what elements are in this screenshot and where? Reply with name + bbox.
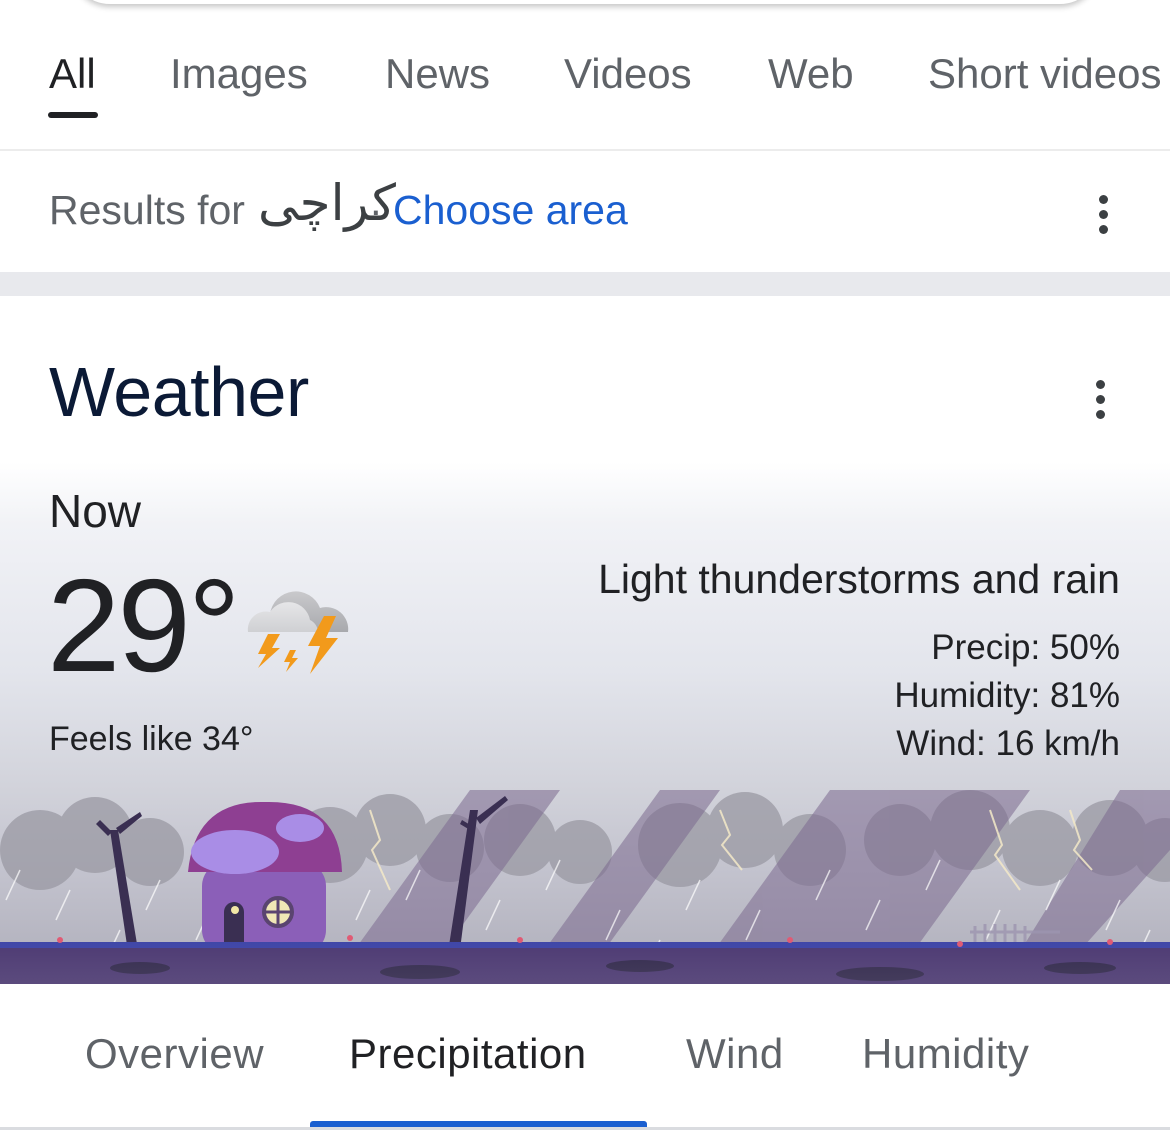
results-for-label: Results for [49, 187, 245, 233]
weather-heading: Weather [49, 353, 309, 431]
tab-images[interactable]: Images [170, 48, 308, 100]
active-tab-indicator [48, 112, 98, 118]
choose-area-link[interactable]: Choose area [393, 186, 628, 234]
now-label: Now [49, 485, 142, 537]
tab-wind[interactable]: Wind [686, 1028, 784, 1080]
location-more-options-icon[interactable] [1098, 195, 1110, 240]
feels-like: Feels like 34° [49, 720, 254, 758]
section-separator [0, 272, 1170, 296]
thunderstorm-cloud-icon [240, 570, 352, 680]
tab-precipitation[interactable]: Precipitation [349, 1028, 587, 1080]
tab-short-videos[interactable]: Short videos [928, 48, 1161, 100]
search-tabs: All Images News Videos Web Short videos [0, 0, 1170, 150]
tab-humidity[interactable]: Humidity [862, 1028, 1029, 1080]
separator-dot: · [369, 187, 383, 233]
tab-news[interactable]: News [385, 48, 490, 100]
tabs-bottom-border [0, 1127, 1170, 1130]
current-temperature: 29° [47, 552, 241, 699]
weather-more-options-icon[interactable] [1095, 380, 1107, 425]
tab-videos[interactable]: Videos [564, 48, 692, 100]
tab-all[interactable]: All [49, 48, 96, 100]
weather-condition: Light thunderstorms and rain [598, 556, 1120, 602]
tab-web[interactable]: Web [768, 48, 854, 100]
precipitation-value: Precip: 50% [931, 628, 1120, 667]
wind-value: Wind: 16 km/h [896, 724, 1120, 763]
humidity-value: Humidity: 81% [894, 676, 1120, 715]
rainy-scene-illustration [0, 790, 1170, 984]
tab-overview[interactable]: Overview [85, 1028, 264, 1080]
